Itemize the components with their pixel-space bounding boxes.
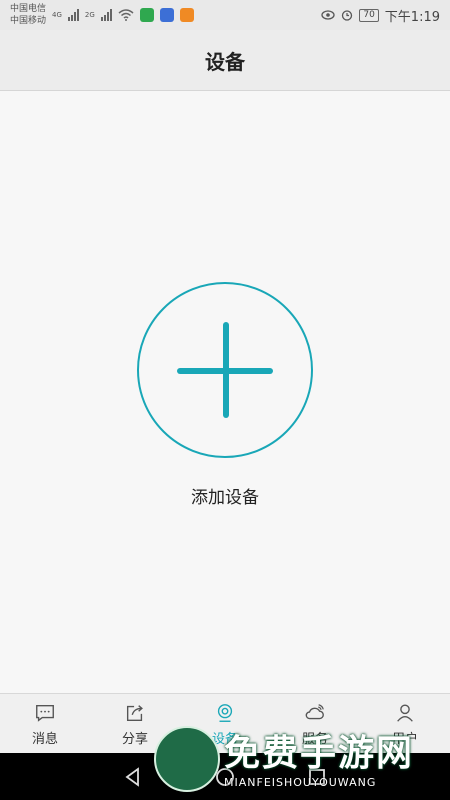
status-bar: 中国电信 中国移动 4G 2G 70 下午1:19 — [0, 0, 450, 30]
main-content: 添加设备 — [0, 91, 450, 693]
eye-icon — [321, 10, 335, 20]
tab-messages[interactable]: 消息 — [0, 694, 90, 754]
alarm-icon — [342, 10, 353, 21]
signal-icon-2 — [100, 9, 112, 21]
device-icon — [217, 703, 233, 722]
tab-label: 分享 — [121, 731, 148, 747]
add-device-label[interactable]: 添加设备 — [0, 483, 450, 508]
message-icon — [36, 704, 54, 722]
bottom-tab-bar: 消息 分享 设备 服务 用户 — [0, 693, 450, 754]
back-icon[interactable] — [122, 766, 144, 788]
tab-user[interactable]: 用户 — [360, 694, 450, 754]
network-label-1: 4G — [52, 10, 62, 19]
page-title: 设备 — [205, 49, 245, 74]
status-left: 中国电信 中国移动 4G 2G — [10, 3, 194, 27]
app-notification-icon-1 — [139, 8, 154, 22]
status-right: 70 下午1:19 — [321, 6, 440, 25]
carrier-1: 中国电信 — [10, 4, 47, 14]
carrier-info: 中国电信 中国移动 — [10, 3, 46, 27]
add-device-button[interactable] — [137, 282, 313, 458]
tab-label: 消息 — [31, 731, 58, 747]
tab-label: 服务 — [301, 731, 328, 747]
app-notification-icon-3 — [179, 8, 194, 22]
tab-label: 设备 — [211, 731, 238, 747]
user-icon — [397, 704, 413, 722]
system-nav-bar — [0, 753, 450, 800]
battery-indicator: 70 — [359, 8, 379, 22]
network-type-1: 4G — [52, 11, 62, 20]
share-icon — [126, 704, 143, 721]
recents-icon[interactable] — [306, 766, 328, 788]
tab-devices[interactable]: 设备 — [180, 694, 270, 754]
cloud-service-icon — [305, 703, 324, 719]
tab-services[interactable]: 服务 — [270, 694, 360, 754]
page-header: 设备 — [0, 30, 450, 91]
tab-label: 用户 — [391, 731, 418, 747]
plus-icon-vertical — [223, 322, 229, 418]
signal-icon — [67, 9, 79, 21]
app-notification-icon-2 — [159, 8, 174, 22]
status-time: 下午1:19 — [384, 9, 440, 25]
home-icon[interactable] — [214, 766, 236, 788]
wifi-icon — [118, 9, 134, 21]
network-type-2: 2G — [85, 11, 95, 20]
carrier-2: 中国移动 — [10, 16, 47, 26]
tab-share[interactable]: 分享 — [90, 694, 180, 754]
network-label-2: 2G — [84, 10, 95, 19]
